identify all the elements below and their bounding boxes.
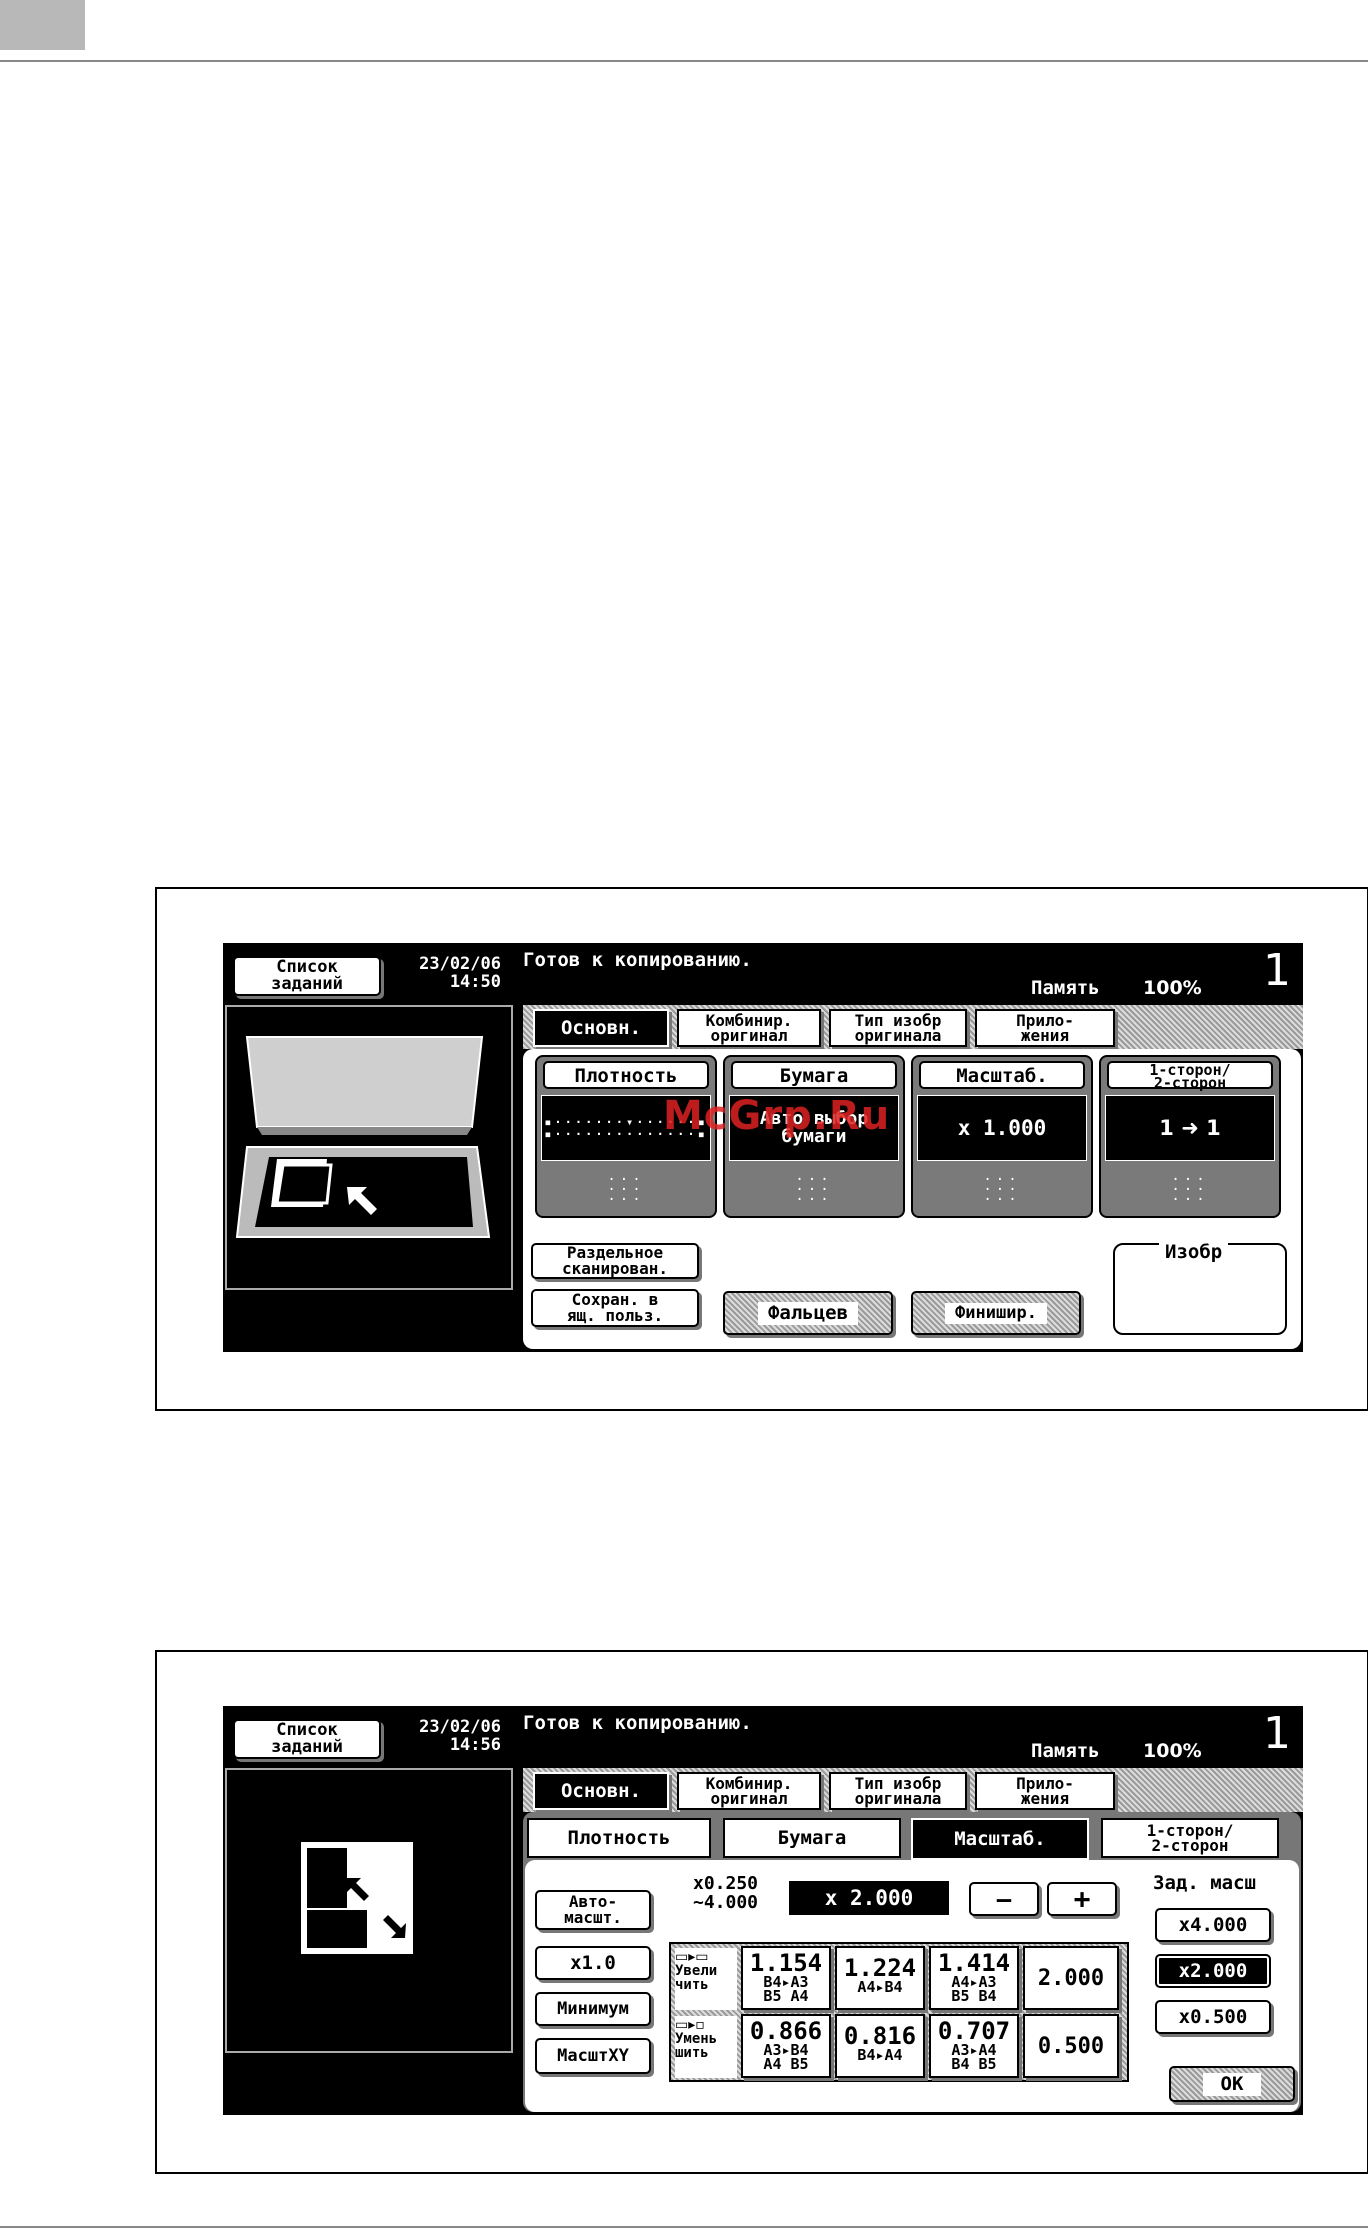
subtab-density[interactable]: Плотность [527, 1818, 711, 1858]
ratio-0707-button[interactable]: 0.707 A3▸A4 B4 B5 [929, 2014, 1019, 2078]
ratio-0866-button[interactable]: 0.866 A3▸B4 A4 B5 [741, 2014, 831, 2078]
status-message: Готов к копированию. [523, 1712, 752, 1734]
x1-button[interactable]: x1.0 [535, 1946, 651, 1980]
density-label: Плотность [543, 1061, 709, 1089]
status-message: Готов к копированию. [523, 949, 752, 971]
minimum-button[interactable]: Минимум [535, 1992, 651, 2026]
tab-applications[interactable]: Прило-жения [975, 1009, 1115, 1047]
job-list-button[interactable]: Список заданий [233, 1719, 381, 1759]
preset-zoom-title: Зад. масш [1153, 1872, 1256, 1894]
ok-button[interactable]: OK [1169, 2066, 1295, 2102]
density-card-grip: ··· ··· ··· [607, 1172, 645, 1208]
scanner-glass-illustration [235, 1036, 491, 1238]
preset-x2000-button[interactable]: x2.000 [1155, 1954, 1271, 1988]
tab-combine-original[interactable]: Комбинир. оригинал [677, 1772, 821, 1810]
zoom-plus-button[interactable]: + [1047, 1882, 1117, 1916]
tab-original-type[interactable]: Тип изобр оригинала [829, 1772, 967, 1810]
ratio-1224-button[interactable]: 1.224 A4▸B4 [835, 1946, 925, 2010]
enlarge-illustration [301, 1842, 413, 1954]
xy-zoom-button[interactable]: МасштXY [535, 2038, 651, 2074]
header-rule [0, 60, 1368, 62]
tab-basic[interactable]: Основн. [533, 1772, 669, 1810]
original-placement-panel [225, 1005, 513, 1290]
zoom-range: x0.250 ~4.000 [693, 1873, 759, 1913]
zoom-value: x 1.000 [917, 1095, 1087, 1161]
current-zoom-display: x 2.000 [789, 1881, 949, 1915]
preset-x0500-button[interactable]: x0.500 [1155, 2000, 1271, 2034]
sub-tabs: Плотность Бумага Масштаб. 1-сторон/2-сто… [527, 1818, 1297, 1860]
separate-scan-button[interactable]: Раздельное сканирован. [531, 1243, 699, 1279]
tab-basic[interactable]: Основн. [533, 1009, 669, 1047]
date-time: 23/02/06 14:56 [419, 1717, 501, 1755]
ratio-1154-button[interactable]: 1.154 B4▸A3 B5 A4 [741, 1946, 831, 2010]
finishing-button[interactable]: Финишир. [911, 1291, 1081, 1335]
preset-x4000-button[interactable]: x4.000 [1155, 1908, 1271, 1942]
auto-zoom-button[interactable]: Авто- масшт. [535, 1890, 651, 1930]
tab-original-type[interactable]: Тип изобр оригинала [829, 1009, 967, 1047]
subtab-zoom[interactable]: Масштаб. [911, 1818, 1089, 1860]
figure-frame-2: Список заданий 23/02/06 14:56 Готов к ко… [155, 1650, 1368, 2174]
function-cards: Плотность ▪·······▾······▪ ▪············… [535, 1055, 1295, 1225]
memory-value: 100% [1143, 1740, 1202, 1762]
duplex-label: 1-сторон/ 2-сторон [1107, 1061, 1273, 1091]
image-preview-box: Изобр [1113, 1241, 1287, 1335]
zoom-minus-button[interactable]: — [969, 1882, 1039, 1916]
page-corner-marker [0, 0, 85, 50]
fold-button[interactable]: Фальцев [723, 1291, 893, 1335]
subtab-duplex[interactable]: 1-сторон/2-сторон [1101, 1818, 1279, 1858]
paper-label: Бумага [731, 1061, 897, 1089]
tab-combine-original[interactable]: Комбинир. оригинал [677, 1009, 821, 1047]
duplex-card[interactable]: 1-сторон/ 2-сторон 1 ➜ 1 ··· ··· ··· [1099, 1055, 1281, 1218]
reduce-paper-icon: ▭▸▫ [675, 2017, 705, 2033]
job-list-button[interactable]: Список заданий [233, 956, 381, 996]
copier-screen-zoom: Список заданий 23/02/06 14:56 Готов к ко… [223, 1706, 1303, 2115]
zoom-illustration-panel [225, 1768, 513, 2053]
zoom-card[interactable]: Масштаб. x 1.000 ··· ··· ··· [911, 1055, 1093, 1218]
zoom-card-grip: ··· ··· ··· [983, 1172, 1021, 1208]
ratio-0816-button[interactable]: 0.816 B4▸A4 [835, 2014, 925, 2078]
figure-frame-1: Список заданий 23/02/06 14:50 Готов к ко… [155, 887, 1368, 1411]
tab-applications[interactable]: Прило-жения [975, 1772, 1115, 1810]
paper-card-grip: ··· ··· ··· [795, 1172, 833, 1208]
ratio-2000-button[interactable]: 2.000 [1023, 1946, 1119, 2010]
copy-count: 1 [1263, 1708, 1291, 1759]
memory-value: 100% [1143, 977, 1202, 999]
watermark: McGrp.Ru [663, 1093, 891, 1139]
reduce-label: ▭▸▫ Умень шить [675, 2016, 737, 2078]
date-time: 23/02/06 14:50 [419, 954, 501, 992]
zoom-label: Масштаб. [919, 1061, 1085, 1089]
duplex-value: 1 ➜ 1 [1105, 1095, 1275, 1161]
ratio-grid: ▭▸▭ Увели чить ▭▸▫ Умень шить 1.154 B4▸A… [669, 1942, 1129, 2082]
copier-screen-basic: Список заданий 23/02/06 14:50 Готов к ко… [223, 943, 1303, 1352]
enlarge-paper-icon: ▭▸▭ [675, 1949, 709, 1965]
ratio-0500-button[interactable]: 0.500 [1023, 2014, 1119, 2078]
main-tabs: Основн. Комбинир. оригинал Тип изобр ориги… [533, 1009, 1133, 1049]
enlarge-label: ▭▸▭ Увели чить [675, 1948, 737, 2010]
image-label: Изобр [1159, 1241, 1229, 1263]
duplex-card-grip: ··· ··· ··· [1171, 1172, 1209, 1208]
memory-label: Память [1031, 1740, 1100, 1762]
ratio-1414-button[interactable]: 1.414 A4▸A3 B5 B4 [929, 1946, 1019, 2010]
save-to-user-box-button[interactable]: Сохран. в ящ. польз. [531, 1289, 699, 1327]
footer-rule [0, 2226, 1368, 2228]
memory-label: Память [1031, 977, 1100, 999]
main-tabs: Основн. Комбинир. оригинал Тип изобр ориги… [533, 1772, 1133, 1812]
subtab-paper[interactable]: Бумага [723, 1818, 901, 1858]
copy-count: 1 [1263, 945, 1291, 996]
